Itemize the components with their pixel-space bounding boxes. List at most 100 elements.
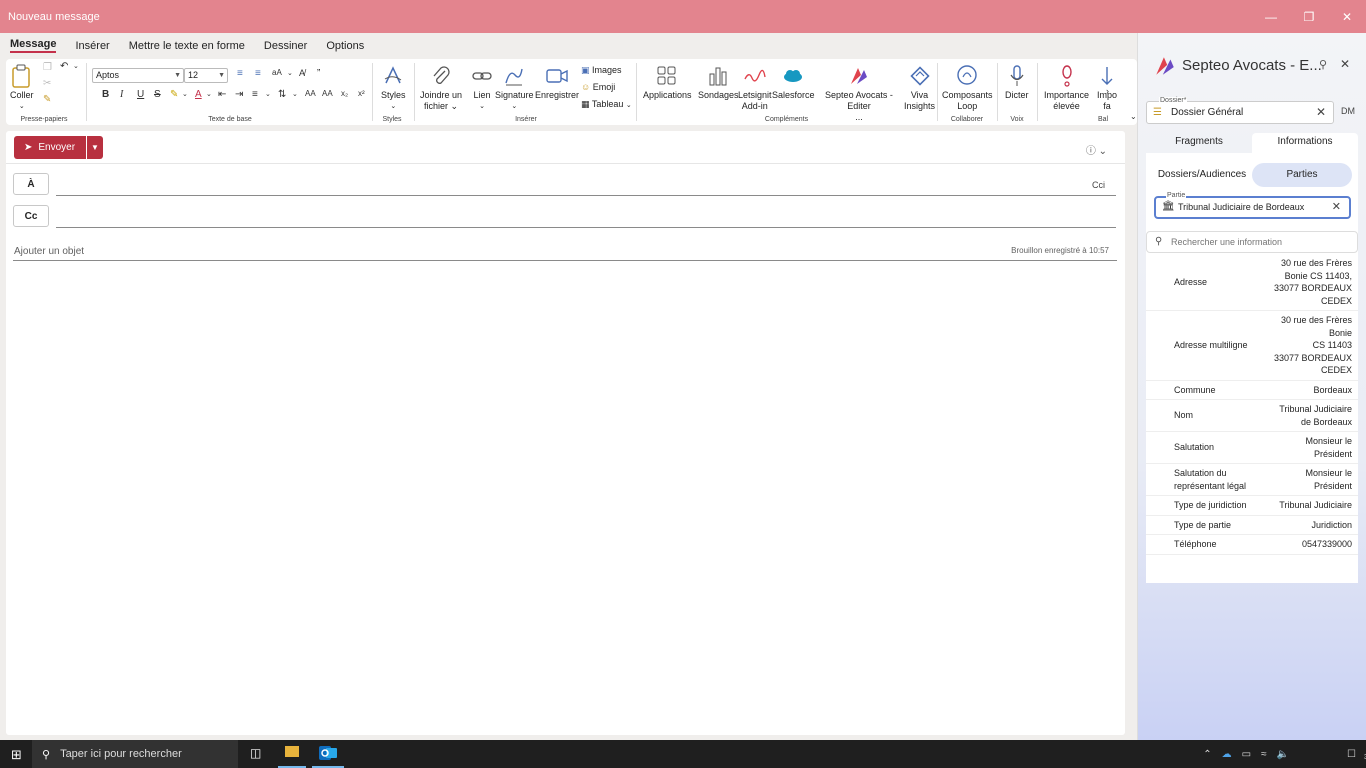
signature-button[interactable]: Signature ⌄	[495, 62, 534, 112]
onedrive-icon[interactable]: ☁	[1222, 749, 1232, 760]
info-search[interactable]: ⚲	[1146, 231, 1358, 253]
file-explorer-icon[interactable]	[284, 743, 300, 763]
highlighter-icon[interactable]: ✎	[170, 89, 178, 100]
chevron-down-icon[interactable]: ⌄	[292, 90, 298, 98]
format-painter-icon[interactable]: ✎	[43, 94, 51, 105]
info-value: Bordeaux	[1258, 384, 1352, 397]
partie-field[interactable]: Partie 🏛 Tribunal Judiciaire de Bordeaux…	[1154, 192, 1351, 219]
tab-options[interactable]: Options	[326, 40, 364, 52]
close-icon[interactable]: ✕	[1328, 0, 1366, 33]
italic-icon[interactable]: I	[120, 89, 123, 100]
images-button[interactable]: ▣ Images	[581, 62, 632, 79]
loop-components-button[interactable]: Composants Loop	[942, 62, 993, 112]
paste-button[interactable]: Coller ⌄	[10, 62, 34, 112]
septeo-edit-button[interactable]: Septeo Avocats - Editer ...	[813, 62, 905, 123]
subscript-icon[interactable]: x₂	[341, 89, 348, 98]
high-importance-button[interactable]: Importance élevée	[1044, 62, 1089, 112]
attach-file-button[interactable]: Joindre un fichier ⌄	[420, 62, 462, 112]
battery-icon[interactable]: ▭	[1242, 749, 1251, 760]
table-button[interactable]: ▦ Tableau ⌄	[581, 96, 632, 114]
info-value-line: CEDEX	[1320, 365, 1352, 375]
windows-start-icon[interactable]: ⊞	[11, 747, 22, 763]
font-size-select[interactable]: 12 ▼	[184, 68, 228, 83]
chevron-up-icon[interactable]: ⌃	[1203, 749, 1211, 760]
pin-icon[interactable]: ⚲	[1319, 58, 1327, 71]
font-size-shrink-icon[interactable]: aA	[272, 68, 282, 77]
underline-icon[interactable]: U	[137, 89, 144, 100]
superscript-icon[interactable]: x²	[358, 89, 365, 98]
task-view-icon[interactable]: ◫	[250, 746, 261, 760]
segment-parties[interactable]: Parties	[1252, 163, 1352, 187]
tab-draw[interactable]: Dessiner	[264, 40, 307, 52]
bcc-button[interactable]: Cci	[1092, 180, 1105, 190]
tab-informations[interactable]: Informations	[1252, 133, 1358, 155]
apps-button[interactable]: Applications	[643, 62, 692, 101]
send-button[interactable]: ➤ Envoyer	[14, 136, 86, 159]
chevron-down-icon[interactable]: ⌄	[206, 90, 212, 98]
subject-input[interactable]: Ajouter un objet	[14, 246, 84, 257]
notification-icon[interactable]: ☐ 3	[1347, 749, 1366, 761]
strikethrough-icon[interactable]: S	[154, 89, 161, 100]
chevron-down-icon: ▼	[91, 143, 99, 152]
increase-indent-icon[interactable]: ⇥	[235, 89, 243, 100]
cut-icon[interactable]: ✂	[43, 78, 51, 89]
styles-button[interactable]: Styles ⌄	[381, 62, 406, 112]
wifi-icon[interactable]: ≈	[1261, 749, 1267, 760]
clear-icon[interactable]: ✕	[1316, 105, 1326, 119]
line-spacing-icon[interactable]: ⇅	[278, 89, 286, 100]
tab-message[interactable]: Message	[10, 38, 57, 53]
cc-button[interactable]: Cc	[13, 205, 49, 227]
char-spacing-icon[interactable]: AA	[322, 89, 333, 98]
message-body[interactable]	[14, 271, 1114, 721]
taskbar-search[interactable]: ⚲ Taper ici pour rechercher	[32, 740, 238, 768]
dictate-button[interactable]: Dicter	[1005, 62, 1029, 101]
viva-insights-button[interactable]: Viva Insights	[904, 62, 935, 112]
tab-insert[interactable]: Insérer	[75, 40, 109, 52]
segment-dossiers-audiences[interactable]: Dossiers/Audiences	[1152, 163, 1252, 187]
info-search-input[interactable]	[1171, 234, 1351, 250]
align-icon[interactable]: ≡	[252, 89, 258, 100]
polls-button[interactable]: Sondages	[698, 62, 739, 101]
undo-icon[interactable]: ↶	[60, 61, 68, 72]
help-icon[interactable]: ⓘ ⌄	[1086, 142, 1107, 157]
clear-format-icon[interactable]: A̸	[299, 68, 305, 78]
to-button[interactable]: À	[13, 173, 49, 195]
dossier-field[interactable]: Dossier* ☰ Dossier Général ✕	[1146, 97, 1334, 124]
tab-fragments[interactable]: Fragments	[1146, 133, 1252, 155]
restore-icon[interactable]: ❐	[1290, 0, 1328, 33]
font-name-select[interactable]: Aptos ▼	[92, 68, 184, 83]
send-icon: ➤	[24, 142, 33, 153]
undo-dropdown-icon[interactable]: ⌄	[73, 62, 79, 70]
record-button[interactable]: Enregistrer	[535, 62, 579, 101]
copy-icon[interactable]: ❐	[43, 62, 52, 73]
tab-format-text[interactable]: Mettre le texte en forme	[129, 40, 245, 52]
info-value-line: Bonie	[1328, 327, 1352, 338]
bullets-icon[interactable]: ≡	[237, 68, 243, 79]
link-button[interactable]: Lien ⌄	[471, 62, 493, 112]
minimize-icon[interactable]: —	[1252, 0, 1290, 33]
bold-icon[interactable]: B	[102, 89, 109, 100]
user-initials[interactable]: DM	[1341, 106, 1355, 116]
salesforce-button[interactable]: Salesforce	[772, 62, 815, 101]
outlook-icon[interactable]	[318, 743, 338, 763]
font-color-icon[interactable]: A	[195, 89, 202, 100]
chevron-down-icon[interactable]: ⌄	[287, 69, 293, 77]
ribbon-collapse-icon[interactable]: ⌄	[1130, 112, 1137, 121]
close-pane-icon[interactable]: ✕	[1340, 57, 1350, 71]
to-field[interactable]	[56, 195, 1116, 196]
text-effects-icon[interactable]: AA	[305, 89, 316, 98]
taskbar: ⊞ ⚲ Taper ici pour rechercher ◫ ⌃ ☁ ▭ ≈ …	[0, 740, 1366, 768]
emoji-button[interactable]: ☺ Emoji	[581, 79, 632, 96]
letsignit-button[interactable]: Letsignit Add-in	[738, 62, 772, 112]
chevron-right-icon[interactable]: ›	[1106, 86, 1109, 96]
numbering-icon[interactable]: ≡	[255, 68, 261, 79]
clear-icon[interactable]: ✕	[1332, 200, 1341, 213]
decrease-indent-icon[interactable]: ⇤	[218, 89, 226, 100]
signature-icon	[503, 62, 525, 90]
chevron-down-icon[interactable]: ⌄	[182, 90, 188, 98]
cc-field[interactable]	[56, 227, 1116, 228]
chevron-down-icon[interactable]: ⌄	[265, 90, 271, 98]
send-options-dropdown[interactable]: ▼	[87, 136, 103, 159]
volume-icon[interactable]: 🔈	[1277, 749, 1289, 760]
quote-icon[interactable]: ”	[317, 68, 320, 79]
